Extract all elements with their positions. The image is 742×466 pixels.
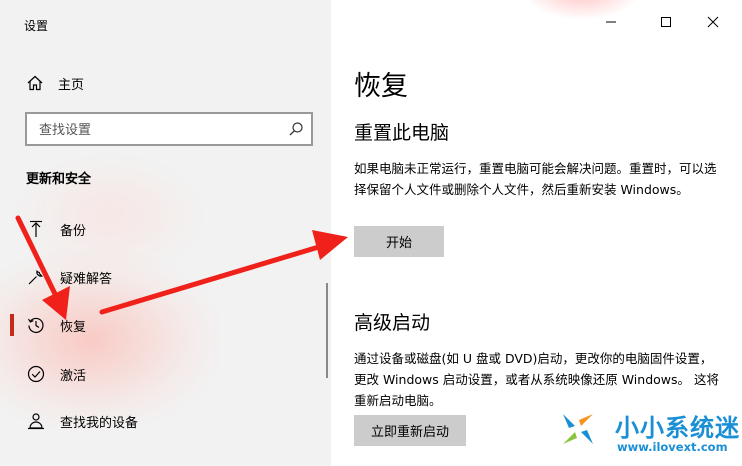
sidebar-item-backup[interactable]: 备份: [0, 209, 320, 249]
reset-description: 如果电脑未正常运行，重置电脑可能会解决问题。重置时，可以选择保留个人文件或删除个…: [354, 161, 717, 197]
sidebar-item-label: 疑难解答: [60, 272, 113, 287]
search-icon[interactable]: [288, 121, 304, 137]
sidebar-item-label: 激活: [60, 369, 87, 384]
minimize-button[interactable]: [601, 12, 621, 32]
watermark-text: 小小系统迷: [615, 414, 740, 442]
maximize-icon: [661, 17, 671, 27]
sidebar-item-label: 恢复: [60, 320, 87, 335]
main-content: 恢复 重置此电脑 如果电脑未正常运行，重置电脑可能会解决问题。重置时，可以选择保…: [331, 0, 742, 466]
sidebar-scrollbar[interactable]: [326, 283, 328, 378]
watermark-url: www.ilovext.com: [617, 440, 728, 454]
sidebar-item-label: 备份: [60, 224, 87, 239]
background-glow: [522, 0, 642, 20]
windows-x-logo-icon: [558, 409, 598, 449]
home-icon: [27, 75, 43, 91]
sidebar-item-recovery[interactable]: 恢复: [0, 305, 320, 345]
sidebar-item-home[interactable]: 主页: [26, 72, 84, 94]
page-title: 恢复: [354, 71, 408, 102]
restart-now-button[interactable]: 立即重新启动: [354, 415, 466, 446]
person-location-icon: [28, 413, 44, 430]
search-box[interactable]: [25, 112, 313, 146]
wrench-icon: [28, 270, 43, 285]
close-button[interactable]: [703, 12, 723, 32]
history-icon: [27, 317, 44, 334]
app-title: 设置: [24, 19, 49, 33]
sidebar-item-label: 查找我的设备: [60, 416, 139, 431]
maximize-button[interactable]: [656, 12, 676, 32]
advanced-startup-heading: 高级启动: [354, 312, 431, 334]
sidebar-item-activation[interactable]: 激活: [0, 354, 320, 394]
watermark: 小小系统迷 www.ilovext.com: [545, 400, 742, 466]
sidebar: 设置 主页 更新和安全 备份 疑难解答 恢复: [0, 0, 331, 466]
minimize-icon: [606, 21, 616, 23]
section-title: 更新和安全: [26, 172, 92, 187]
get-started-button[interactable]: 开始: [354, 226, 444, 257]
sidebar-item-troubleshoot[interactable]: 疑难解答: [0, 257, 320, 297]
backup-arrow-icon: [30, 220, 42, 237]
reset-heading: 重置此电脑: [354, 122, 450, 144]
close-icon: [707, 16, 719, 28]
search-input[interactable]: [37, 120, 281, 140]
check-circle-icon: [27, 365, 45, 383]
sidebar-item-label: 主页: [58, 77, 85, 93]
sidebar-item-find-device[interactable]: 查找我的设备: [0, 401, 320, 441]
